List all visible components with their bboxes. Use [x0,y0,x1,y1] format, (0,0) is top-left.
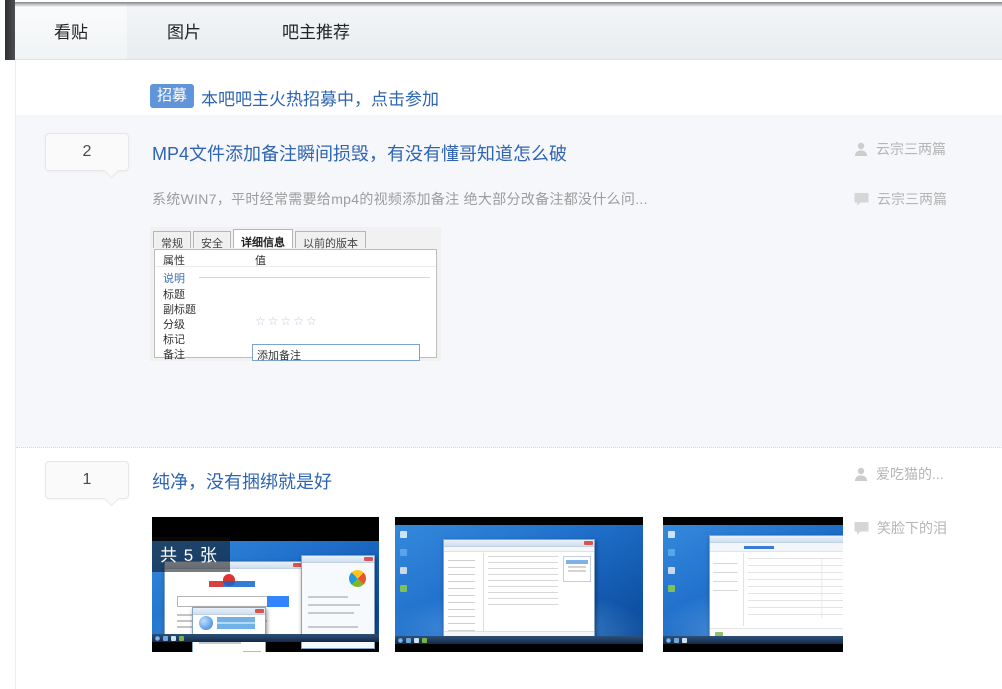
thread-author: 云宗三两篇 [853,139,946,159]
attachment-image-properties-dialog[interactable]: 常规 安全 详细信息 以前的版本 属性 值 说明 标题 副标题 分级 标记 备注… [150,227,441,361]
win7-desktop [663,525,843,644]
taskbar [395,636,643,644]
taskbar [152,634,379,642]
thumbnail-win7-desktop-1[interactable]: 共 5 张 [152,517,379,652]
speech-bubble-icon [853,521,870,536]
thread-last-reply: 云宗三两篇 [853,189,947,209]
rating-stars: ☆☆☆☆☆ [255,314,319,328]
dialog-column-header: 属性 值 [155,250,436,267]
column-property: 属性 [163,252,185,268]
recruit-badge[interactable]: 招募 [150,84,194,108]
tab-threads[interactable]: 看贴 [15,2,127,59]
thread-preview-text: 系统WIN7，平时经常需要给mp4的视频添加备注 绝大部分改备注都没什么问... [152,189,648,209]
person-icon [853,141,869,157]
tab-images[interactable]: 图片 [127,2,241,59]
reply-count-badge[interactable]: 1 [45,461,129,499]
thumbnail-win7-desktop-3[interactable] [663,517,843,652]
dialog-row-title: 标题 [163,286,185,302]
thread-title[interactable]: MP4文件添加备注瞬间损毁，有没有懂哥知道怎么破 [152,140,567,166]
thread-author: 爱吃猫的... [853,464,944,484]
last-replier-name[interactable]: 云宗三两篇 [877,189,947,209]
speech-bubble-icon [853,192,870,207]
recruit-banner-link[interactable]: 本吧吧主火热招募中，点击参加 [201,85,439,110]
file-list-window [709,535,843,643]
dialog-row-remarks: 备注 [163,346,185,362]
last-replier-name[interactable]: 笑脸下的泪 [877,518,947,538]
person-icon [853,466,869,482]
windows-flag-icon [349,570,366,587]
taskbar [663,636,843,644]
dialog-row-subtitle: 副标题 [163,301,196,317]
author-name[interactable]: 云宗三两篇 [876,139,946,159]
thread-last-reply: 笑脸下的泪 [853,518,947,538]
remarks-input-depiction: 添加备注 [252,344,420,361]
explorer-window [443,539,595,639]
internet-explorer-icon [199,616,213,630]
win7-desktop [395,525,643,644]
dialog-tab-details: 详细信息 [233,229,293,248]
dialog-tab-strip: 常规 安全 详细信息 以前的版本 [153,229,368,248]
column-value: 值 [255,252,266,268]
dialog-section-description: 说明 [163,270,185,286]
dialog-body: 属性 值 说明 标题 副标题 分级 标记 备注 ☆☆☆☆☆ 添加备注 [154,249,437,358]
reply-count-badge[interactable]: 2 [45,133,129,171]
tab-moderator-recommend[interactable]: 吧主推荐 [241,2,391,59]
dialog-row-tags: 标记 [163,331,185,347]
window-edge-shadow [5,0,15,60]
dialog-row-rating: 分级 [163,316,185,332]
thread-title[interactable]: 纯净，没有捆绑就是好 [152,468,332,494]
dialog-tab-general: 常规 [153,231,191,248]
author-name[interactable]: 爱吃猫的... [876,464,944,484]
image-count-overlay: 共 5 张 [152,537,230,572]
section-divider-line [199,277,430,278]
tieba-forum-page: 看贴 图片 吧主推荐 招募 本吧吧主火热招募中，点击参加 2 MP4文件添加备注… [0,0,1002,689]
dialog-tab-security: 安全 [193,231,231,248]
dialog-tab-previous-versions: 以前的版本 [295,231,366,248]
forum-tab-bar: 看贴 图片 吧主推荐 [15,2,1002,60]
thumbnail-win7-desktop-2[interactable] [395,517,643,652]
ie11-about-dialog [192,607,266,652]
